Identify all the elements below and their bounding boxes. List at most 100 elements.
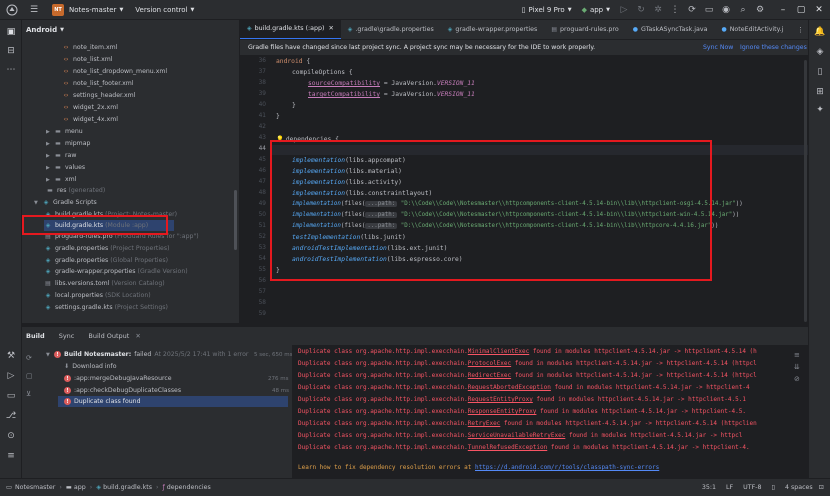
tab-label: proguard-rules.pro	[560, 26, 619, 33]
classpath-sync-errors-link[interactable]: https://d.android.com/r/tools/classpath-…	[475, 464, 659, 471]
tree-item-hint: (SDK Location)	[104, 292, 151, 299]
close-icon[interactable]: ✕	[328, 25, 333, 32]
tree-item[interactable]: ▬ res (generated)	[46, 185, 105, 196]
stop-icon[interactable]: ▢	[26, 367, 36, 385]
build-step-row[interactable]: ⬇ Download info	[64, 361, 117, 372]
close-button[interactable]: ✕	[810, 5, 828, 15]
sync-icon[interactable]: ⟳	[686, 4, 698, 16]
filter-icon[interactable]: ⊻	[26, 385, 36, 403]
terminal-icon[interactable]: ▭	[5, 390, 17, 402]
tree-item[interactable]: ‹› note_list_dropdown_menu.xml	[62, 66, 168, 77]
version-control-menu[interactable]: Version control ▼	[135, 0, 194, 20]
breadcrumb-item[interactable]: app	[74, 484, 86, 491]
main-menu-button[interactable]: ☰	[28, 0, 40, 20]
build-result-row[interactable]: ▼ ! Build Notesmaster: failed At 2025/5/…	[46, 349, 248, 360]
code-editor[interactable]: 36 37 38 39 40 41 42 43 44 45 46 47 48 4…	[240, 56, 808, 323]
device-manager-icon[interactable]: ▭	[703, 4, 715, 16]
tree-item[interactable]: ◈ gradle.properties (Global Properties)	[44, 255, 168, 266]
code-line: }	[292, 102, 296, 109]
tree-item[interactable]: ◈ gradle.properties (Project Properties)	[44, 243, 170, 254]
build-output-console[interactable]: Duplicate class org.apache.http.impl.exe…	[292, 345, 808, 479]
running-devices-icon[interactable]: ⊞	[814, 86, 826, 98]
tree-item[interactable]: ‹› note_list.xml	[62, 54, 113, 65]
tree-item[interactable]: ▼ ◈ Gradle Scripts	[34, 197, 97, 208]
file-encoding[interactable]: UTF-8	[743, 484, 761, 491]
build-step-row-selected[interactable]: ! Duplicate class found	[58, 396, 288, 407]
breadcrumb-item[interactable]: dependencies	[167, 484, 211, 491]
tree-item[interactable]: ▶ ▬ menu	[46, 126, 83, 137]
indent-setting[interactable]: 4 spaces	[785, 484, 813, 491]
tab-gradle-properties[interactable]: ◈ .gradle\gradle.properties	[341, 20, 441, 39]
tab-build[interactable]: Build	[26, 332, 45, 340]
tree-item[interactable]: ‹› note_item.xml	[62, 42, 118, 53]
breadcrumb-item[interactable]: Notesmaster	[15, 484, 55, 491]
tree-item[interactable]: ▶ ▬ raw	[46, 150, 76, 161]
tree-item[interactable]: ◈ settings.gradle.kts (Project Settings)	[44, 302, 168, 313]
scroll-to-end-icon[interactable]: ⇊	[794, 361, 804, 373]
build-step-row[interactable]: ! :app:checkDebugDuplicateClasses	[64, 385, 181, 396]
project-selector[interactable]: NT Notes-master ▼	[52, 0, 123, 20]
build-hammer-icon[interactable]: ⚒	[5, 350, 17, 362]
tree-item-label: values	[65, 164, 86, 171]
tree-item[interactable]: ▤ libs.versions.toml (Version Catalog)	[44, 278, 165, 289]
settings-gear-icon[interactable]: ⚙	[754, 4, 766, 16]
tab-proguard-rules[interactable]: ▤ proguard-rules.pro	[544, 20, 625, 39]
gemini-icon[interactable]: ✦	[814, 104, 826, 116]
commit-icon[interactable]: ⊟	[5, 45, 17, 57]
project-view-selector[interactable]: Android ▼	[22, 20, 239, 40]
soft-wrap-icon[interactable]: ≡	[794, 349, 804, 361]
code-line: sourceCompatibility = JavaVersion.VERSIO…	[308, 80, 475, 87]
tab-sync[interactable]: Sync	[59, 332, 75, 340]
tab-build-gradle-app[interactable]: ◈ build.gradle.kts (:app) ✕	[240, 20, 341, 39]
tree-item[interactable]: ‹› settings_header.xml	[62, 90, 136, 101]
tab-build-output[interactable]: Build Output	[88, 332, 129, 340]
read-only-toggle-icon[interactable]: ▯	[771, 484, 774, 491]
more-tools-icon[interactable]: ⋯	[5, 64, 17, 76]
tree-item[interactable]: ◈ local.properties (SDK Location)	[44, 290, 151, 301]
logcat-icon[interactable]: ≡	[5, 450, 17, 462]
build-step-row[interactable]: ! :app:mergeDebugJavaResource	[64, 373, 172, 384]
tab-note-edit-activity[interactable]: ● NoteEditActivity.j	[714, 20, 790, 39]
tree-item[interactable]: ‹› note_list_footer.xml	[62, 78, 134, 89]
tree-item[interactable]: ‹› widget_4x.xml	[62, 114, 118, 125]
tree-item-label: menu	[65, 128, 83, 135]
project-folder-icon[interactable]: ▣	[5, 26, 17, 38]
debug-icon[interactable]: ✲	[652, 4, 664, 16]
build-title: Build Notesmaster:	[64, 351, 132, 358]
run-icon[interactable]: ▷	[618, 4, 630, 16]
tab-gradle-wrapper-properties[interactable]: ◈ gradle-wrapper.properties	[441, 20, 545, 39]
lock-icon[interactable]: ⊡	[819, 484, 824, 491]
tree-item[interactable]: ‹› widget_2x.xml	[62, 102, 118, 113]
tree-item[interactable]: ▶ ▬ mipmap	[46, 138, 90, 149]
project-scrollbar[interactable]	[234, 190, 237, 250]
clear-icon[interactable]: ⊘	[794, 373, 804, 385]
problems-icon[interactable]: ⊙	[5, 430, 17, 442]
more-actions-icon[interactable]: ⋮	[669, 4, 681, 16]
run-config-selector[interactable]: ◆ app ▼	[582, 0, 610, 20]
caret-position[interactable]: 35:1	[702, 484, 716, 491]
tree-item[interactable]: ◈ gradle-wrapper.properties (Gradle Versio…	[44, 266, 188, 277]
tree-item[interactable]: ▶ ▬ xml	[46, 174, 76, 185]
device-manager-icon[interactable]: ▯	[814, 66, 826, 78]
line-separator[interactable]: LF	[726, 484, 733, 491]
maximize-button[interactable]: ▢	[792, 5, 810, 15]
profile-icon[interactable]: ◉	[720, 4, 732, 16]
editor-scrollbar[interactable]	[804, 60, 807, 322]
ignore-changes-link[interactable]: Ignore these changes	[740, 44, 807, 51]
notifications-bell-icon[interactable]: 🔔	[814, 26, 826, 38]
tab-actions-icon[interactable]: ⋮	[797, 26, 804, 34]
sync-now-link[interactable]: Sync Now	[703, 44, 733, 51]
apply-changes-icon[interactable]: ↻	[635, 4, 647, 16]
minimize-button[interactable]: –	[774, 5, 792, 15]
device-selector[interactable]: ▯ Pixel 9 Pro ▼	[522, 0, 572, 20]
breadcrumb-item[interactable]: build.gradle.kts	[103, 484, 152, 491]
run-icon[interactable]: ▷	[5, 370, 17, 382]
tree-item[interactable]: ▶ ▬ values	[46, 162, 85, 173]
gradle-icon: ◈	[45, 304, 51, 311]
restart-icon[interactable]: ⟳	[26, 349, 36, 367]
tab-gtask-async-task[interactable]: ● GTaskASyncTask.java	[626, 20, 715, 39]
close-icon[interactable]: ✕	[135, 332, 140, 340]
search-icon[interactable]: ⌕	[737, 4, 749, 16]
gradle-elephant-icon[interactable]: ◈	[814, 46, 826, 58]
git-icon[interactable]: ⎇	[5, 410, 17, 422]
